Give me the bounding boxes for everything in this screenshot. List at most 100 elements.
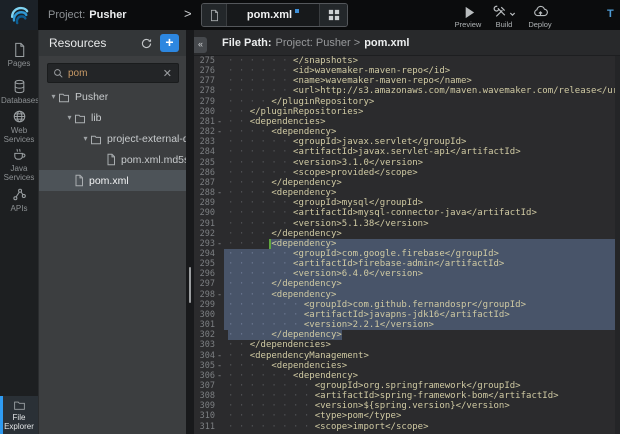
line-gutter: 298- [194, 290, 224, 300]
tree-caret-icon[interactable]: ▾ [65, 113, 74, 122]
open-file-tab[interactable]: pom.xml [201, 3, 348, 27]
line-text: · · </dependencies> [224, 340, 620, 350]
line-gutter: 302 [194, 330, 224, 340]
code-line-276[interactable]: 276· · · · · · <id>wavemaker-maven-repo<… [194, 66, 620, 76]
code-line-303[interactable]: 303· · </dependencies> [194, 340, 620, 350]
clear-search-button[interactable]: ✕ [163, 67, 172, 80]
line-text: · · · · · · <version>3.1.0</version> [224, 158, 620, 168]
code-line-302[interactable]: 302· · · · </dependency> [194, 330, 620, 340]
code-line-299[interactable]: 299· · · · · · · <groupId>com.github.fer… [194, 300, 620, 310]
code-line-309[interactable]: 309· · · · · · · · <version>${spring.ver… [194, 401, 620, 411]
line-number: 291 [194, 219, 215, 229]
grid-icon [328, 9, 340, 21]
fold-marker[interactable]: - [215, 290, 224, 300]
code-line-277[interactable]: 277· · · · · · <name>wavemaker-maven-rep… [194, 76, 620, 86]
code-line-285[interactable]: 285· · · · · · <version>3.1.0</version> [194, 158, 620, 168]
deploy-button[interactable]: Deploy [522, 1, 558, 30]
code-line-308[interactable]: 308· · · · · · · · <artifactId>spring-fr… [194, 391, 620, 401]
resource-search-input[interactable]: pom ✕ [47, 63, 179, 83]
tree-item-project-external-depend[interactable]: ▾project-external-depend [39, 128, 187, 149]
fold-marker[interactable]: - [215, 239, 224, 249]
sidebar-item-file-explorer[interactable]: File Explorer [0, 396, 38, 434]
line-text: · · · · · · <scope>provided</scope> [224, 168, 620, 178]
code-line-283[interactable]: 283· · · · · · <groupId>javax.servlet</g… [194, 137, 620, 147]
line-number: 296 [194, 269, 215, 279]
splitter-grip-handle[interactable] [189, 267, 192, 303]
sidebar-item-web-services[interactable]: Web Services [0, 109, 38, 144]
code-line-304[interactable]: 304-· · <dependencyManagement> [194, 351, 620, 361]
line-gutter: 304- [194, 351, 224, 361]
line-gutter: 283 [194, 137, 224, 147]
fold-marker[interactable]: - [215, 127, 224, 137]
code-line-278[interactable]: 278· · · · · · <url>http://s3.amazonaws.… [194, 86, 620, 96]
fold-marker[interactable]: - [215, 117, 224, 127]
tree-item-pom-xml[interactable]: pom.xml [39, 170, 187, 191]
fold-marker [215, 76, 224, 86]
line-gutter: 311 [194, 422, 224, 432]
fold-marker [215, 229, 224, 239]
collapse-panel-button[interactable]: « [194, 37, 207, 53]
line-text: · · · · · · <name>wavemaker-maven-repo</… [224, 76, 620, 86]
sidebar-item-apis[interactable]: APIs [0, 187, 38, 213]
code-line-294[interactable]: 294· · · · · · <groupId>com.google.fireb… [194, 249, 620, 259]
line-text: · · · · </dependency> [224, 279, 620, 289]
code-line-287[interactable]: 287· · · · </dependency> [194, 178, 620, 188]
preview-button[interactable]: Preview [450, 1, 486, 30]
project-breadcrumb[interactable]: Project: Pusher [48, 0, 127, 30]
code-line-296[interactable]: 296· · · · · · <version>6.4.0</version> [194, 269, 620, 279]
code-line-275[interactable]: 275· · · · · · </snapshots> [194, 56, 620, 66]
fold-marker[interactable]: - [215, 351, 224, 361]
line-text: · · · · · · · · <scope>import</scope> [224, 422, 620, 432]
code-line-297[interactable]: 297· · · · </dependency> [194, 279, 620, 289]
code-text-area[interactable]: 275· · · · · · </snapshots>276· · · · · … [194, 56, 620, 434]
app-logo[interactable] [0, 0, 38, 30]
code-line-298[interactable]: 298-· · · · <dependency> [194, 290, 620, 300]
line-number: 301 [194, 320, 215, 330]
code-line-305[interactable]: 305-· · · · <dependencies> [194, 361, 620, 371]
code-line-290[interactable]: 290· · · · · · <artifactId>mysql-connect… [194, 208, 620, 218]
tree-item-pusher[interactable]: ▾ Pusher [39, 86, 187, 107]
code-line-292[interactable]: 292· · · · </dependency> [194, 229, 620, 239]
tree-caret-icon[interactable]: ▾ [81, 134, 90, 143]
tree-caret-icon[interactable]: ▾ [49, 92, 58, 101]
build-button[interactable]: Build [486, 1, 522, 30]
code-line-281[interactable]: 281-· · <dependencies> [194, 117, 620, 127]
line-text: · · · · · · <artifactId>mysql-connector-… [224, 208, 620, 218]
tree-file-icon [73, 174, 84, 187]
fold-marker[interactable]: - [215, 361, 224, 371]
code-line-289[interactable]: 289· · · · · · <groupId>mysql</groupId> [194, 198, 620, 208]
code-line-306[interactable]: 306-· · · · · · <dependency> [194, 371, 620, 381]
sidebar-item-databases[interactable]: Databases [0, 79, 38, 105]
code-line-310[interactable]: 310· · · · · · · · <type>pom</type> [194, 411, 620, 421]
action-label: Build [496, 20, 513, 29]
fold-marker[interactable]: - [215, 371, 224, 381]
add-resource-button[interactable]: + [160, 34, 179, 52]
search-query-text: pom [68, 68, 163, 79]
sidebar-item-pages[interactable]: Pages [0, 42, 38, 68]
refresh-button[interactable] [138, 35, 154, 51]
sidebar-item-java-services[interactable]: Java Services [0, 147, 38, 182]
code-line-301[interactable]: 301· · · · · · · <version>2.2.1</version… [194, 320, 620, 330]
code-line-279[interactable]: 279· · · · </pluginRepository> [194, 97, 620, 107]
databases-icon [12, 79, 27, 94]
code-line-293[interactable]: 293-· · · · <dependency> [194, 239, 620, 249]
code-line-284[interactable]: 284· · · · · · <artifactId>javax.servlet… [194, 147, 620, 157]
code-line-280[interactable]: 280· · </pluginRepositories> [194, 107, 620, 117]
tree-item-pom-xml-md5sum[interactable]: pom.xml.md5sum [39, 149, 187, 170]
editor-scrollbar[interactable] [615, 56, 620, 434]
file-path-middle: Project: Pusher > [276, 37, 361, 49]
fold-marker[interactable]: - [215, 188, 224, 198]
tree-item-label: Pusher [75, 91, 108, 103]
code-line-282[interactable]: 282-· · · · <dependency> [194, 127, 620, 137]
layout-grid-button[interactable] [319, 4, 347, 26]
panel-splitter[interactable] [186, 30, 194, 434]
code-line-288[interactable]: 288-· · · · <dependency> [194, 188, 620, 198]
code-line-291[interactable]: 291· · · · · · <version>5.1.38</version> [194, 219, 620, 229]
code-line-307[interactable]: 307· · · · · · · · <groupId>org.springfr… [194, 381, 620, 391]
project-name: Pusher [89, 9, 126, 21]
code-line-286[interactable]: 286· · · · · · <scope>provided</scope> [194, 168, 620, 178]
code-line-311[interactable]: 311· · · · · · · · <scope>import</scope> [194, 422, 620, 432]
code-line-295[interactable]: 295· · · · · · <artifactId>firebase-admi… [194, 259, 620, 269]
code-line-300[interactable]: 300· · · · · · · <artifactId>javapns-jdk… [194, 310, 620, 320]
tree-item-lib[interactable]: ▾lib [39, 107, 187, 128]
